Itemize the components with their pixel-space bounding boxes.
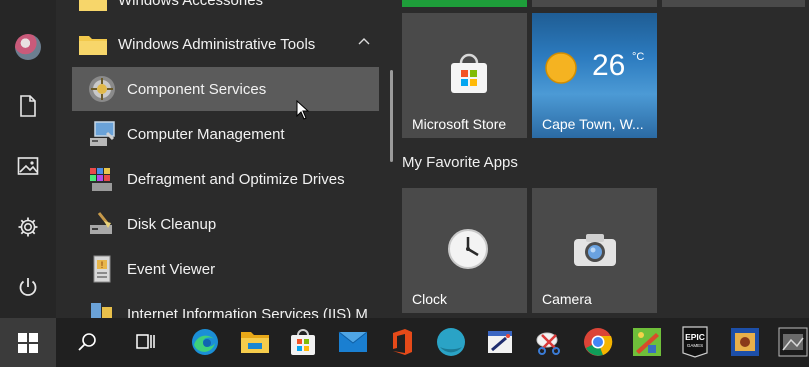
task-view-button[interactable]: [127, 323, 165, 361]
app-folder-label: Windows Administrative Tools: [118, 35, 316, 53]
defragment-icon: [85, 162, 119, 196]
chrome-icon: [584, 328, 613, 356]
camera-icon: [574, 234, 616, 266]
app-item-component-services[interactable]: Component Services: [72, 67, 379, 111]
search-icon: [78, 333, 96, 351]
tile-label: Cape Town, W...: [542, 116, 644, 132]
app-folder-label: Windows Accessories: [118, 0, 264, 9]
app-item-event-viewer[interactable]: ! Event Viewer: [72, 247, 379, 291]
app-item-disk-cleanup[interactable]: Disk Cleanup: [72, 202, 379, 246]
paint-icon: [488, 331, 512, 353]
app-folder-windows-administrative-tools[interactable]: Windows Administrative Tools: [72, 22, 379, 66]
dark-game-icon: [778, 327, 808, 357]
folder-icon: [76, 27, 110, 61]
task-view-icon: [136, 334, 155, 349]
iis-icon: [85, 297, 119, 318]
computer-management-icon: [85, 117, 119, 151]
tile-microsoft-store[interactable]: Microsoft Store: [402, 13, 527, 138]
power-button[interactable]: [8, 267, 48, 307]
epic-games-app[interactable]: EPIC GAMES: [676, 323, 714, 361]
app-item-internet-information-services[interactable]: Internet Information Services (IIS) M: [72, 292, 379, 318]
tile-empty-area: [662, 13, 805, 138]
file-explorer-app[interactable]: [236, 323, 274, 361]
tiles-area: Microsoft Store 26 °C Cape Town, W... My…: [396, 0, 809, 318]
tile-weather[interactable]: 26 °C Cape Town, W...: [532, 13, 657, 138]
epic-games-icon: EPIC GAMES: [682, 326, 708, 358]
sun-icon: [545, 52, 577, 84]
epic-text-top: EPIC: [685, 332, 705, 342]
microsoft-store-app[interactable]: [284, 323, 322, 361]
edge-icon: [192, 329, 218, 355]
file-explorer-icon: [241, 332, 269, 353]
office-app[interactable]: [383, 323, 421, 361]
snip-app[interactable]: [530, 323, 568, 361]
taskbar: EPIC GAMES: [0, 318, 809, 367]
mail-icon: [338, 331, 368, 352]
app-item-label: Defragment and Optimize Drives: [127, 170, 345, 188]
chrome-app[interactable]: [579, 323, 617, 361]
app-item-defragment-and-optimize-drives[interactable]: Defragment and Optimize Drives: [72, 157, 379, 201]
blue-game-app[interactable]: [726, 323, 764, 361]
tile-label: Clock: [412, 291, 448, 307]
game-app-icon: [633, 328, 661, 356]
chevron-up-icon[interactable]: [357, 36, 371, 46]
windows-logo-icon: [18, 332, 38, 353]
app-item-label: Computer Management: [127, 125, 285, 143]
office-icon: [393, 329, 412, 355]
app-item-label: Event Viewer: [127, 260, 216, 278]
blue-game-icon: [731, 328, 759, 356]
mouse-cursor-icon: [296, 100, 310, 120]
tile-camera[interactable]: Camera: [532, 188, 657, 313]
snip-icon: [536, 332, 560, 355]
paint-app[interactable]: [481, 323, 519, 361]
epic-text-bottom: GAMES: [687, 343, 703, 348]
edge-app[interactable]: [186, 323, 224, 361]
weather-temperature: 26: [592, 49, 626, 82]
teal-circle-app-icon: [437, 328, 465, 356]
clock-icon: [448, 229, 488, 269]
tile-green-partial[interactable]: [402, 0, 527, 7]
start-menu: Windows Accessories Windows Administrati…: [0, 0, 809, 318]
component-services-icon: [85, 72, 119, 106]
gear-icon: [18, 217, 38, 237]
app-item-computer-management[interactable]: Computer Management: [72, 112, 379, 156]
search-button[interactable]: [68, 323, 106, 361]
mail-app[interactable]: [334, 323, 372, 361]
microsoft-store-icon: [451, 53, 487, 93]
game-app[interactable]: [628, 323, 666, 361]
document-icon: [20, 95, 36, 117]
tile-group-title[interactable]: My Favorite Apps: [402, 154, 518, 171]
avatar: [15, 34, 41, 60]
power-icon: [19, 278, 37, 296]
app-item-label: Component Services: [127, 80, 267, 98]
tile-partial[interactable]: [532, 0, 657, 7]
settings-button[interactable]: [8, 207, 48, 247]
documents-button[interactable]: [8, 86, 48, 126]
app-item-label: Disk Cleanup: [127, 215, 217, 233]
svg-text:!: !: [101, 260, 104, 270]
tile-clock[interactable]: Clock: [402, 188, 527, 313]
start-rail: [0, 0, 56, 318]
tile-label: Microsoft Store: [412, 116, 507, 132]
app-folder-windows-accessories[interactable]: Windows Accessories: [72, 0, 379, 22]
dark-game-app[interactable]: [774, 323, 809, 361]
teal-circle-app[interactable]: [432, 323, 470, 361]
microsoft-store-icon: [291, 329, 315, 355]
app-list-scrollbar[interactable]: [390, 70, 393, 162]
folder-icon: [76, 0, 110, 17]
tile-label: Camera: [542, 291, 592, 307]
image-icon: [17, 157, 39, 175]
user-avatar-button[interactable]: [8, 27, 48, 67]
weather-unit: °C: [632, 51, 645, 63]
app-list: Windows Accessories Windows Administrati…: [56, 0, 388, 318]
disk-cleanup-icon: [85, 207, 119, 241]
pictures-button[interactable]: [8, 146, 48, 186]
event-viewer-icon: !: [85, 252, 119, 286]
app-item-label: Internet Information Services (IIS) M: [127, 305, 368, 319]
tile-partial[interactable]: [662, 0, 805, 7]
start-button[interactable]: [0, 318, 56, 367]
